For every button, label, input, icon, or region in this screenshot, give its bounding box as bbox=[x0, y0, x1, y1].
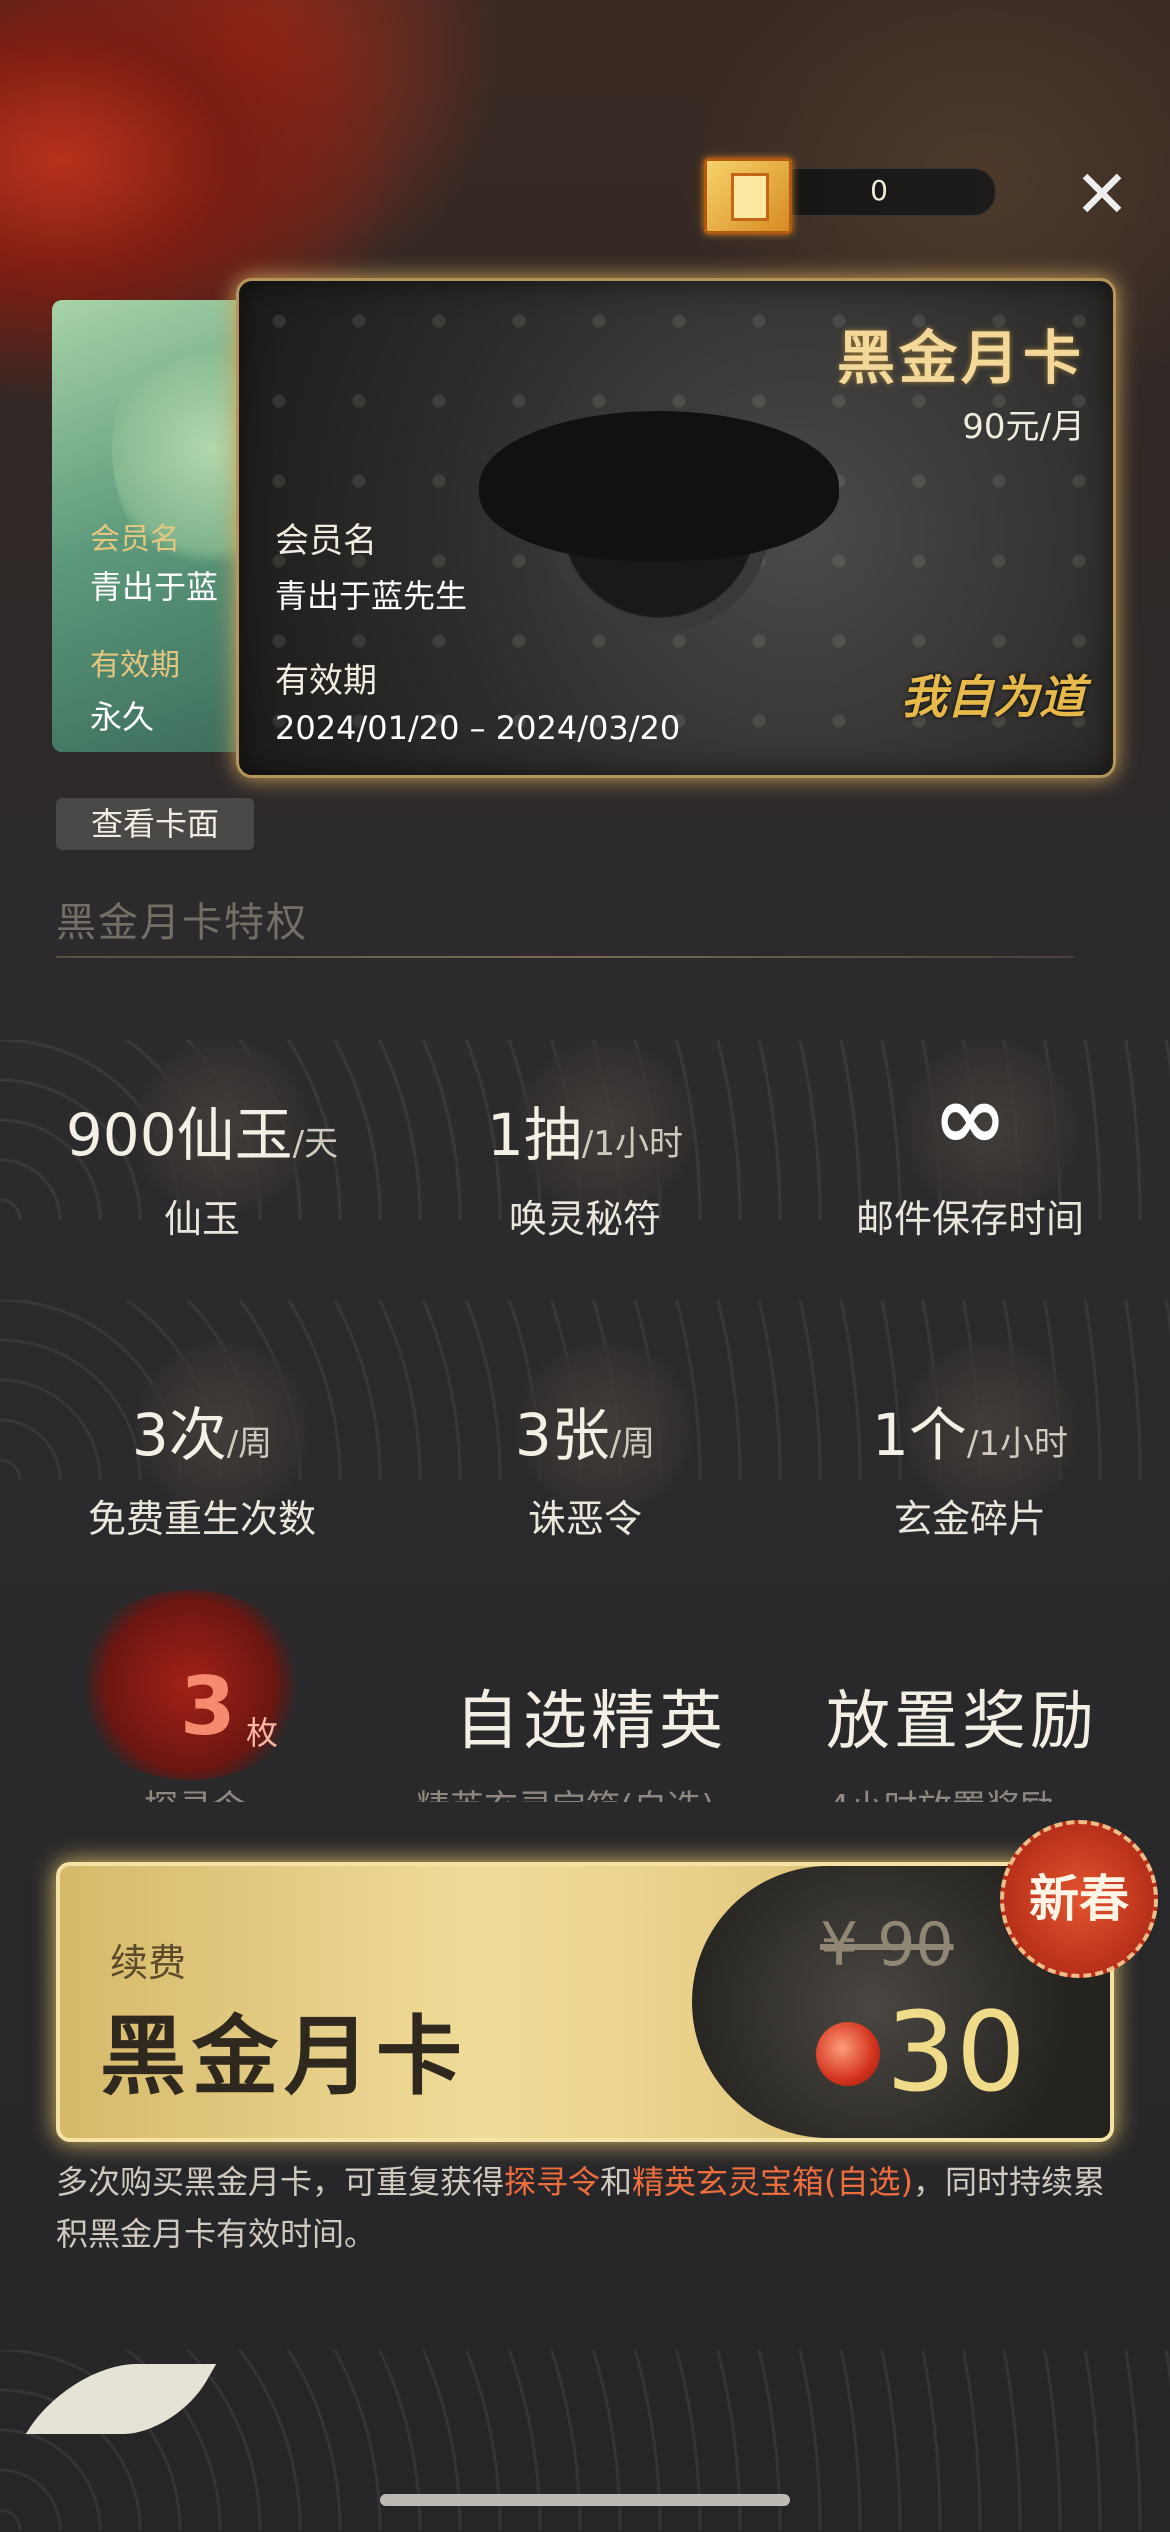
side-validity-value: 永久 bbox=[90, 698, 155, 736]
renew-title: 黑金月卡 bbox=[100, 2007, 468, 2107]
card-title: 黑金月卡 bbox=[836, 324, 1085, 392]
gem-icon bbox=[816, 2022, 880, 2086]
home-indicator[interactable] bbox=[380, 2494, 790, 2506]
privilege-label: 唤灵秘符 bbox=[508, 1197, 661, 1241]
note-text: 多次购买黑金月卡，可重复获得 bbox=[56, 2163, 505, 2201]
spring-festival-badge: 新春 bbox=[1000, 1820, 1158, 1978]
member-value: 青出于蓝先生 bbox=[275, 577, 468, 615]
privilege-revive: 3次/周 免费重生次数 bbox=[22, 1338, 382, 1568]
note-text: 和 bbox=[600, 2163, 633, 2201]
privilege-label-clipped: 4小时放置奖励 bbox=[828, 1780, 1054, 1802]
side-member-value: 青出于蓝 bbox=[90, 568, 219, 606]
view-card-button[interactable]: 查看卡面 bbox=[56, 798, 254, 850]
privilege-value: 1个 bbox=[872, 1401, 967, 1469]
privilege-summon: 1抽/1小时 唤灵秘符 bbox=[405, 1038, 765, 1268]
close-icon: ✕ bbox=[1074, 156, 1130, 233]
privilege-label-clipped: 探寻令 bbox=[144, 1780, 246, 1802]
privilege-label: 免费重生次数 bbox=[87, 1497, 316, 1541]
privilege-jade: 900仙玉/天 仙玉 bbox=[22, 1038, 382, 1268]
alt-card-preview[interactable]: 会员名 青出于蓝 有效期 永久 bbox=[52, 300, 252, 752]
privilege-label: 诛恶令 bbox=[527, 1497, 642, 1541]
privilege-order: 3张/周 诛恶令 bbox=[405, 1338, 765, 1568]
validity-value: 2024/01/20 – 2024/03/20 bbox=[275, 709, 681, 747]
privilege-unit: /天 bbox=[292, 1124, 339, 1164]
original-price: ¥ 90 bbox=[820, 1910, 954, 1980]
privilege-label: 仙玉 bbox=[163, 1197, 240, 1241]
badge-number: 3 bbox=[180, 1660, 236, 1753]
privilege-unit: /1小时 bbox=[966, 1424, 1068, 1464]
privilege-value: 900仙玉 bbox=[65, 1101, 293, 1169]
privilege-label: 玄金碎片 bbox=[893, 1497, 1046, 1541]
renew-subtitle: 续费 bbox=[110, 1941, 187, 1985]
side-member-label: 会员名 bbox=[90, 522, 180, 557]
privilege-mail: ∞ 邮件保存时间 bbox=[790, 1038, 1150, 1268]
card-price: 90元/月 bbox=[962, 407, 1085, 447]
privilege-value: 1抽 bbox=[487, 1101, 582, 1169]
section-title: 黑金月卡特权 bbox=[56, 900, 308, 946]
pine-tree-art bbox=[479, 411, 839, 561]
side-validity-label: 有效期 bbox=[90, 648, 180, 683]
black-gold-card[interactable]: 黑金月卡 90元/月 会员名 青出于蓝先生 有效期 2024/01/20 – 2… bbox=[236, 278, 1116, 778]
privilege-value: 3张 bbox=[514, 1401, 610, 1469]
back-button[interactable] bbox=[25, 2334, 217, 2444]
infinity-icon: ∞ bbox=[933, 1066, 1007, 1169]
game-logo: 我自为道 bbox=[901, 670, 1085, 724]
sale-price: 30 bbox=[886, 1988, 1026, 2116]
note-highlight: 精英玄灵宝箱(自选) bbox=[632, 2163, 914, 2201]
privilege-fragment: 1个/1小时 玄金碎片 bbox=[790, 1338, 1150, 1568]
privilege-label: 邮件保存时间 bbox=[855, 1197, 1084, 1241]
ticket-icon bbox=[704, 158, 792, 234]
privilege-label-clipped: 精英玄灵宝箱(自选) bbox=[416, 1780, 715, 1802]
privilege-value: 3次 bbox=[131, 1401, 227, 1469]
privilege-unit: /周 bbox=[226, 1424, 273, 1464]
close-button[interactable]: ✕ bbox=[1065, 158, 1139, 232]
idle-reward-text: 放置奖励 bbox=[826, 1685, 1098, 1759]
purchase-note: 多次购买黑金月卡，可重复获得探寻令和精英玄灵宝箱(自选)，同时持续累积黑金月卡有… bbox=[56, 2156, 1116, 2260]
coupon-counter[interactable]: 0 bbox=[704, 158, 996, 234]
member-label: 会员名 bbox=[275, 521, 377, 561]
renew-button[interactable]: 续费 黑金月卡 ¥ 90 30 bbox=[56, 1862, 1114, 2142]
coupon-count: 0 bbox=[870, 174, 888, 207]
note-highlight: 探寻令 bbox=[504, 2163, 601, 2201]
privilege-unit: /周 bbox=[609, 1424, 656, 1464]
privilege-unit: /1小时 bbox=[581, 1124, 683, 1164]
section-divider bbox=[56, 956, 1074, 958]
validity-label: 有效期 bbox=[275, 661, 377, 701]
badge-unit: 枚 bbox=[246, 1714, 279, 1752]
elite-choice-text: 自选精英 bbox=[455, 1685, 727, 1759]
